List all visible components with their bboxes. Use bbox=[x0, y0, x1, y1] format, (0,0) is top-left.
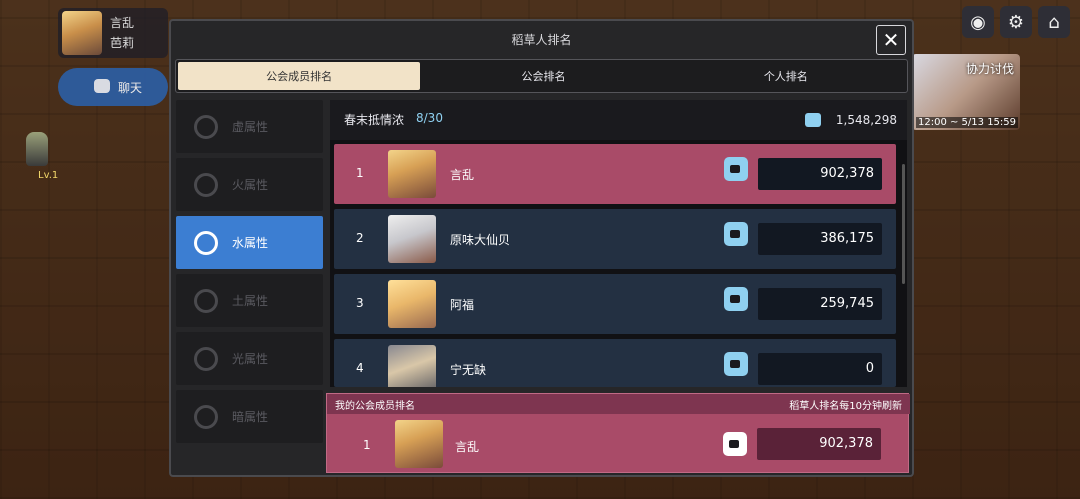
score-value: 386,175 bbox=[820, 231, 874, 246]
close-icon: ✕ bbox=[882, 28, 900, 52]
avatar bbox=[395, 420, 443, 468]
water-icon bbox=[194, 230, 218, 255]
scarecrow-icon bbox=[723, 432, 747, 456]
ranking-panel: 稻草人排名 ✕ 公会成员排名 公会排名 个人排名 虚属性 火属性 水属性 土属性… bbox=[169, 19, 914, 477]
event-date: 12:00 ~ 5/13 15:59 bbox=[916, 117, 1019, 128]
table-row[interactable]: 3 阿福 259,745 bbox=[334, 274, 896, 334]
member-name: 言乱 bbox=[455, 440, 480, 454]
my-rank-panel: 我的公会成员排名 稻草人排名每10分钟刷新 1 言乱 902,378 bbox=[326, 393, 910, 473]
tab-personal[interactable]: 个人排名 bbox=[665, 60, 907, 92]
table-row[interactable]: 2 原味大仙贝 386,175 bbox=[334, 209, 896, 269]
scrollbar[interactable] bbox=[902, 164, 905, 284]
scarecrow-icon bbox=[724, 287, 748, 311]
element-water[interactable]: 水属性 bbox=[176, 216, 323, 269]
element-label: 土属性 bbox=[232, 294, 269, 308]
score-value: 259,745 bbox=[820, 296, 874, 311]
member-name: 宁无缺 bbox=[450, 363, 487, 377]
tab-guild-members[interactable]: 公会成员排名 bbox=[178, 62, 421, 90]
element-label: 虚属性 bbox=[232, 120, 269, 134]
element-void[interactable]: 虚属性 bbox=[176, 100, 323, 153]
gear-icon[interactable]: ⚙ bbox=[1000, 6, 1032, 38]
score-value: 902,378 bbox=[820, 166, 874, 181]
guild-summary: 春末抵情浓 8/30 1,548,298 bbox=[330, 100, 907, 140]
player-title: 芭莉 bbox=[110, 36, 135, 50]
avatar bbox=[388, 150, 436, 198]
chat-icon bbox=[94, 79, 110, 93]
rank-number: 3 bbox=[356, 296, 364, 310]
event-title: 协力讨伐 bbox=[965, 62, 1014, 76]
my-rank-header: 我的公会成员排名 稻草人排名每10分钟刷新 bbox=[327, 394, 910, 414]
member-name: 言乱 bbox=[450, 168, 475, 182]
table-row[interactable]: 1 言乱 902,378 bbox=[334, 144, 896, 204]
element-fire[interactable]: 火属性 bbox=[176, 158, 323, 211]
close-button[interactable]: ✕ bbox=[876, 25, 906, 55]
panel-title: 稻草人排名 bbox=[511, 33, 572, 47]
player-name: 言乱 bbox=[110, 16, 135, 30]
element-label: 火属性 bbox=[232, 178, 269, 192]
tab-guild[interactable]: 公会排名 bbox=[422, 60, 664, 92]
score-box: 902,378 bbox=[758, 158, 882, 190]
guild-member-count: 8/30 bbox=[416, 111, 443, 125]
scarecrow-icon bbox=[805, 113, 821, 127]
guild-total-score: 1,548,298 bbox=[835, 113, 897, 127]
player-card[interactable]: 言乱 芭莉 bbox=[58, 8, 168, 58]
scarecrow-icon bbox=[724, 352, 748, 376]
avatar bbox=[388, 215, 436, 263]
avatar bbox=[388, 280, 436, 328]
element-sidebar: 虚属性 火属性 水属性 土属性 光属性 暗属性 bbox=[176, 100, 323, 448]
avatar bbox=[388, 345, 436, 387]
ranking-tabs: 公会成员排名 公会排名 个人排名 bbox=[175, 59, 908, 93]
chat-label: 聊天 bbox=[118, 81, 143, 95]
rank-number: 4 bbox=[356, 361, 364, 375]
score-box: 902,378 bbox=[757, 428, 881, 460]
element-label: 暗属性 bbox=[232, 410, 269, 424]
rank-number: 1 bbox=[356, 166, 364, 180]
element-label: 水属性 bbox=[232, 236, 269, 250]
my-rank-title: 我的公会成员排名 bbox=[335, 401, 415, 412]
ranking-list[interactable]: 春末抵情浓 8/30 1,548,298 1 言乱 902,378 2 原味大仙… bbox=[330, 100, 907, 387]
void-icon bbox=[194, 114, 218, 139]
score-value: 902,378 bbox=[819, 436, 873, 451]
member-name: 原味大仙贝 bbox=[450, 233, 511, 247]
score-box: 259,745 bbox=[758, 288, 882, 320]
top-toolbar: ◉ ⚙ ⌂ bbox=[962, 6, 1070, 38]
scarecrow-icon bbox=[724, 222, 748, 246]
map-icon[interactable]: ◉ bbox=[962, 6, 994, 38]
element-earth[interactable]: 土属性 bbox=[176, 274, 323, 327]
score-box: 386,175 bbox=[758, 223, 882, 255]
scarecrow-icon bbox=[724, 157, 748, 181]
element-dark[interactable]: 暗属性 bbox=[176, 390, 323, 443]
chat-button[interactable]: 聊天 bbox=[58, 68, 168, 106]
player-avatar bbox=[62, 11, 102, 55]
player-character[interactable] bbox=[26, 132, 48, 166]
event-banner[interactable]: 协力讨伐 12:00 ~ 5/13 15:59 bbox=[912, 54, 1020, 130]
guild-name: 春末抵情浓 bbox=[344, 113, 405, 127]
score-box: 0 bbox=[758, 353, 882, 385]
element-label: 光属性 bbox=[232, 352, 269, 366]
player-level: Lv.1 bbox=[38, 170, 59, 181]
rank-number: 2 bbox=[356, 231, 364, 245]
rank-number: 1 bbox=[363, 438, 371, 452]
score-value: 0 bbox=[865, 361, 874, 376]
dark-icon bbox=[194, 404, 218, 429]
home-icon[interactable]: ⌂ bbox=[1038, 6, 1070, 38]
earth-icon bbox=[194, 288, 218, 313]
table-row[interactable]: 4 宁无缺 0 bbox=[334, 339, 896, 387]
element-light[interactable]: 光属性 bbox=[176, 332, 323, 385]
refresh-note: 稻草人排名每10分钟刷新 bbox=[789, 401, 902, 412]
member-name: 阿福 bbox=[450, 298, 475, 312]
light-icon bbox=[194, 346, 218, 371]
fire-icon bbox=[194, 172, 218, 197]
